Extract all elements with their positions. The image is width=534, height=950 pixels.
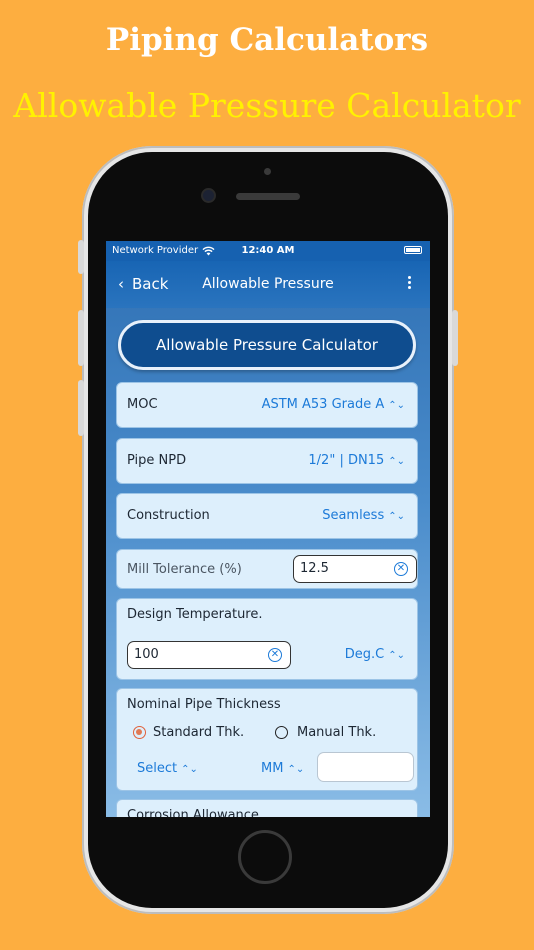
moc-picker[interactable]: ASTM A53 Grade A ⌃⌄ xyxy=(262,397,405,412)
thickness-input[interactable] xyxy=(317,752,414,782)
clear-circle-icon[interactable]: ✕ xyxy=(268,648,282,662)
moc-row[interactable]: MOC ASTM A53 Grade A ⌃⌄ xyxy=(116,382,418,428)
construction-value: Seamless xyxy=(322,508,385,523)
construction-picker[interactable]: Seamless ⌃⌄ xyxy=(322,508,405,523)
pipe-npd-picker[interactable]: 1/2" | DN15 ⌃⌄ xyxy=(308,453,405,468)
thickness-schedule-picker[interactable]: Select ⌃⌄ xyxy=(137,761,198,776)
proximity-sensor xyxy=(264,168,271,175)
up-down-chevron-icon: ⌃⌄ xyxy=(388,511,405,522)
promo-subtitle: Allowable Pressure Calculator xyxy=(13,86,521,125)
thickness-unit-picker[interactable]: MM ⌃⌄ xyxy=(261,761,304,776)
up-down-chevron-icon: ⌃⌄ xyxy=(388,650,405,661)
temperature-unit-picker[interactable]: Deg.C ⌃⌄ xyxy=(345,647,405,662)
nav-title: Allowable Pressure xyxy=(202,276,334,292)
clock: 12:40 AM xyxy=(241,245,295,256)
design-temperature-value: 100 xyxy=(134,647,159,662)
status-bar: Network Provider 12:40 AM xyxy=(106,241,430,261)
promo-title: Piping Calculators xyxy=(105,22,429,58)
design-temperature-label: Design Temperature. xyxy=(127,607,263,622)
design-temperature-card: Design Temperature. 100 ✕ Deg.C ⌃⌄ xyxy=(116,598,418,680)
construction-label: Construction xyxy=(127,508,210,523)
pipe-npd-label: Pipe NPD xyxy=(127,453,187,468)
moc-label: MOC xyxy=(127,397,158,412)
volume-up-button xyxy=(78,310,84,366)
mill-tolerance-input[interactable]: 12.5 ✕ xyxy=(293,555,417,583)
up-down-chevron-icon: ⌃⌄ xyxy=(287,764,305,775)
power-button xyxy=(452,310,458,366)
manual-thickness-label[interactable]: Manual Thk. xyxy=(297,725,376,740)
mute-switch xyxy=(78,240,84,274)
manual-thickness-radio[interactable] xyxy=(275,726,288,739)
pipe-npd-row[interactable]: Pipe NPD 1/2" | DN15 ⌃⌄ xyxy=(116,438,418,484)
up-down-chevron-icon: ⌃⌄ xyxy=(388,456,405,467)
standard-thickness-radio[interactable] xyxy=(133,726,146,739)
thickness-select-label: Select xyxy=(137,761,178,776)
calculator-title-button[interactable]: Allowable Pressure Calculator xyxy=(118,320,416,370)
earpiece-speaker xyxy=(236,193,300,200)
more-vertical-icon[interactable] xyxy=(408,274,412,291)
clear-circle-icon[interactable]: ✕ xyxy=(394,562,408,576)
pipe-npd-value: 1/2" | DN15 xyxy=(308,453,385,468)
mill-tolerance-value: 12.5 xyxy=(300,561,329,576)
volume-down-button xyxy=(78,380,84,436)
nominal-thickness-label: Nominal Pipe Thickness xyxy=(127,697,281,712)
front-camera xyxy=(203,190,214,201)
thickness-unit-value: MM xyxy=(261,761,284,776)
navigation-bar: ‹ Back Allowable Pressure xyxy=(106,261,430,308)
temperature-unit-value: Deg.C xyxy=(344,647,385,662)
up-down-chevron-icon: ⌃⌄ xyxy=(388,400,405,411)
battery-icon xyxy=(404,246,422,254)
mill-tolerance-row: Mill Tolerance (%) 12.5 ✕ xyxy=(116,549,418,589)
design-temperature-input[interactable]: 100 ✕ xyxy=(127,641,291,669)
home-button[interactable] xyxy=(238,830,292,884)
standard-thickness-label[interactable]: Standard Thk. xyxy=(153,725,244,740)
corrosion-allowance-label: Corrosion Allowance xyxy=(127,808,259,817)
app-screen: Network Provider 12:40 AM ‹ Back Allowabl… xyxy=(106,241,430,817)
corrosion-allowance-card: Corrosion Allowance xyxy=(116,799,418,817)
mill-tolerance-label: Mill Tolerance (%) xyxy=(127,562,242,577)
up-down-chevron-icon: ⌃⌄ xyxy=(181,764,198,775)
nominal-thickness-card: Nominal Pipe Thickness Standard Thk. Man… xyxy=(116,688,418,791)
moc-value: ASTM A53 Grade A xyxy=(261,397,385,412)
construction-row[interactable]: Construction Seamless ⌃⌄ xyxy=(116,493,418,539)
